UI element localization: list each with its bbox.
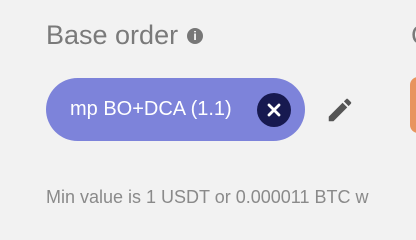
selected-preset-chip[interactable]: mp BO+DCA (1.1) [46,78,305,141]
base-order-title: Base order i [46,18,204,52]
info-icon[interactable]: i [187,28,204,44]
base-order-title-text: Base order [46,20,179,50]
preset-chip-label: mp BO+DCA (1.1) [70,98,232,120]
pencil-icon[interactable] [322,92,358,128]
next-section-title: C [411,18,416,52]
next-section-card-edge [410,77,416,133]
min-value-hint: Min value is 1 USDT or 0.000011 BTC w [46,187,369,207]
close-icon[interactable] [257,92,291,127]
